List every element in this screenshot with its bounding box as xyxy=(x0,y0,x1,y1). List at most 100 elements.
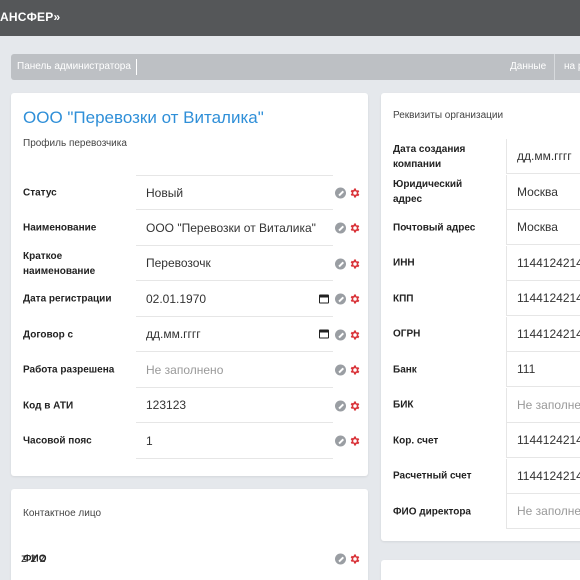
field-value[interactable]: дд.мм.гггг xyxy=(506,139,580,175)
contact-subtitle: Контактное лицо xyxy=(23,508,102,519)
breadcrumb: Панель администратора Данные на р xyxy=(11,54,580,80)
edit-icon[interactable] xyxy=(335,222,346,234)
field-value-text: Москва xyxy=(517,220,558,235)
field-label: Код в АТИ xyxy=(23,400,74,412)
field-value-text: 1144124214 xyxy=(517,291,580,306)
field-label: Договор с xyxy=(23,329,74,341)
field-value-text: Москва xyxy=(517,184,558,199)
form-row: Статус Новый xyxy=(11,175,368,211)
form-row: Дата регистрации 02.01.1970 xyxy=(11,282,368,317)
field-label: Дата создания компании xyxy=(393,143,466,170)
calendar-icon[interactable] xyxy=(319,329,329,339)
field-label: Краткое наименование xyxy=(23,250,96,277)
form-row: Наименование ООО "Перевозки от Виталика" xyxy=(11,211,368,246)
form-row: КПП 1144124214 xyxy=(381,281,580,317)
field-value-text: Не заполнен xyxy=(517,504,580,519)
form-row: Кор. счет 1144124214 xyxy=(381,423,580,459)
edit-icon[interactable] xyxy=(335,435,346,447)
field-value[interactable]: 1144124214 xyxy=(506,281,580,317)
gear-icon[interactable] xyxy=(349,553,361,565)
gear-icon[interactable] xyxy=(349,187,361,199)
field-value[interactable]: Москва xyxy=(506,210,580,246)
page-title: ООО "Перевозки от Виталика" xyxy=(23,108,264,127)
field-value[interactable]: 1144124214 xyxy=(506,316,580,352)
edit-icon[interactable] xyxy=(335,553,346,565)
form-row: Код в АТИ 123123 xyxy=(11,388,368,424)
brand-title: АНСФЕР» xyxy=(0,10,61,24)
form-row: ОГРН 1144124214 xyxy=(381,316,580,352)
field-value-text: 1144124214 xyxy=(517,255,580,270)
field-value-text: 111 xyxy=(517,362,536,377)
field-value[interactable]: Новый xyxy=(136,175,333,211)
field-label: Кор. счет xyxy=(393,435,439,447)
field-value[interactable]: 1144124214 xyxy=(506,458,580,494)
gear-icon[interactable] xyxy=(349,293,361,305)
calendar-icon[interactable] xyxy=(319,294,329,304)
form-row: Дата создания компании дд.мм.гггг xyxy=(381,139,580,175)
field-value-text: z z z xyxy=(21,551,46,566)
edit-icon[interactable] xyxy=(335,364,346,376)
field-value-text: дд.мм.гггг xyxy=(146,327,201,342)
field-label: БИК xyxy=(393,399,414,411)
field-value[interactable]: Москва xyxy=(506,174,580,210)
edit-icon[interactable] xyxy=(335,293,346,305)
field-label: Наименование xyxy=(23,222,97,234)
text-cursor xyxy=(136,59,137,75)
field-label: Дата регистрации xyxy=(23,293,112,305)
field-label: Статус xyxy=(23,187,57,199)
form-row: Юридический адрес Москва xyxy=(381,174,580,210)
carrier-profile-card: ООО "Перевозки от Виталика" Профиль пере… xyxy=(11,93,368,476)
field-value[interactable]: Перевозочк xyxy=(136,246,333,282)
field-value[interactable]: Не заполнено xyxy=(136,353,333,388)
breadcrumb-divider xyxy=(554,54,555,80)
field-value[interactable]: ООО "Перевозки от Виталика" xyxy=(136,211,333,246)
field-label: ОГРН xyxy=(393,328,421,340)
edit-icon[interactable] xyxy=(335,329,346,341)
field-value[interactable]: 02.01.1970 xyxy=(136,282,333,317)
gear-icon[interactable] xyxy=(349,400,361,412)
field-label: Банк xyxy=(393,364,417,376)
edit-icon[interactable] xyxy=(335,400,346,412)
gear-icon[interactable] xyxy=(349,222,361,234)
field-value[interactable]: Не заполнен xyxy=(506,494,580,530)
field-label: Часовой пояс xyxy=(23,435,92,447)
field-value[interactable]: Не заполнен xyxy=(506,387,580,423)
edit-icon[interactable] xyxy=(335,258,346,270)
field-value-text: 1 xyxy=(146,433,153,448)
form-row: ФИО директора Не заполнен xyxy=(381,494,580,530)
field-value-text: Перевозочк xyxy=(146,256,211,271)
breadcrumb-data-link[interactable]: Данные xyxy=(510,61,546,72)
field-value-text: 123123 xyxy=(146,398,187,413)
form-row: Банк 111 xyxy=(381,352,580,388)
form-row: Договор с дд.мм.гггг xyxy=(11,317,368,353)
field-value-text: дд.мм.гггг xyxy=(517,149,572,164)
breadcrumb-admin-link[interactable]: Панель администратора xyxy=(17,61,131,72)
field-label: Почтовый адрес xyxy=(393,222,476,234)
field-value[interactable]: дд.мм.гггг xyxy=(136,317,333,353)
field-label: Юридический адрес xyxy=(393,179,463,206)
field-value[interactable]: 1 xyxy=(136,424,333,459)
field-value[interactable]: 123123 xyxy=(136,388,333,424)
field-label: Работа разрешена xyxy=(23,364,115,376)
field-value-text: Не заполнено xyxy=(146,362,224,377)
edit-icon[interactable] xyxy=(335,187,346,199)
field-value[interactable]: 1144124214 xyxy=(506,423,580,459)
secondary-card xyxy=(381,560,580,580)
requisites-subtitle: Реквизиты организации xyxy=(393,110,504,121)
contact-card: Контактное лицо ФИО z z z xyxy=(11,489,368,580)
field-value-text: 1144124214 xyxy=(517,468,580,483)
gear-icon[interactable] xyxy=(349,258,361,270)
field-value[interactable]: 1144124214 xyxy=(506,245,580,281)
profile-subtitle: Профиль перевозчика xyxy=(23,138,127,149)
field-value-text: Не заполнен xyxy=(517,397,580,412)
gear-icon[interactable] xyxy=(349,329,361,341)
form-row: Краткое наименование Перевозочк xyxy=(11,246,368,282)
field-label: ФИО директора xyxy=(393,506,471,518)
form-row: ИНН 1144124214 xyxy=(381,245,580,281)
field-value[interactable]: 111 xyxy=(506,352,580,388)
form-row: БИК Не заполнен xyxy=(381,387,580,423)
form-row: Почтовый адрес Москва xyxy=(381,210,580,246)
breadcrumb-next-link[interactable]: на р xyxy=(564,61,580,72)
gear-icon[interactable] xyxy=(349,364,361,376)
gear-icon[interactable] xyxy=(349,435,361,447)
